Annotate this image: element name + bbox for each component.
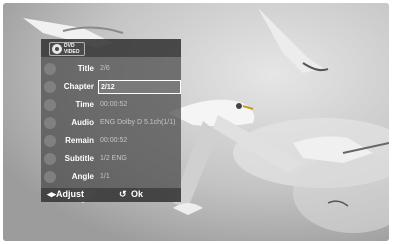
clock-icon	[44, 99, 56, 111]
value-time[interactable]: 00:00:52	[98, 98, 180, 112]
row-remain[interactable]: Remain 00:00:52	[41, 133, 181, 149]
logo-text: DVD VIDEO	[64, 43, 80, 55]
row-audio[interactable]: Audio ENG Dolby D 5.1ch(1/1)	[41, 115, 181, 131]
dvd-info-panel: DVD VIDEO Title 2/6 Chapter 2/12 Time 00…	[41, 39, 181, 202]
ok-hint: Ok	[131, 189, 144, 199]
value-subtitle[interactable]: 1/2 ENG	[98, 152, 180, 166]
row-subtitle[interactable]: Subtitle 1/2 ENG	[41, 151, 181, 167]
adjust-hint: ◂▸Adjust	[47, 189, 85, 199]
row-title[interactable]: Title 2/6	[41, 61, 181, 77]
value-title[interactable]: 2/6	[98, 62, 180, 76]
label-remain: Remain	[65, 136, 94, 145]
label-time: Time	[75, 100, 94, 109]
enter-icon: ↺	[119, 189, 127, 199]
camera-icon	[44, 171, 56, 183]
label-angle: Angle	[71, 172, 94, 181]
label-audio: Audio	[71, 118, 94, 127]
subtitle-icon	[44, 153, 56, 165]
label-subtitle: Subtitle	[64, 154, 94, 163]
video-screen: DVD VIDEO Title 2/6 Chapter 2/12 Time 00…	[3, 3, 389, 241]
speaker-icon	[44, 117, 56, 129]
row-angle[interactable]: Angle 1/1	[41, 169, 181, 185]
label-title: Title	[77, 64, 94, 73]
logo-row: DVD VIDEO	[41, 39, 181, 57]
value-angle[interactable]: 1/1	[98, 170, 180, 184]
value-chapter[interactable]: 2/12	[98, 80, 181, 94]
value-remain[interactable]: 00:00:52	[98, 134, 180, 148]
remain-icon	[44, 135, 56, 147]
osd-footer: ◂▸Adjust ↺ Ok	[41, 188, 181, 202]
title-icon	[44, 63, 56, 75]
row-time[interactable]: Time 00:00:52	[41, 97, 181, 113]
value-audio[interactable]: ENG Dolby D 5.1ch(1/1)	[98, 116, 180, 130]
row-chapter[interactable]: Chapter 2/12	[41, 79, 181, 95]
disc-icon	[52, 44, 62, 54]
chapter-icon	[44, 81, 56, 93]
label-chapter: Chapter	[63, 82, 94, 91]
dvd-video-logo: DVD VIDEO	[49, 42, 85, 56]
